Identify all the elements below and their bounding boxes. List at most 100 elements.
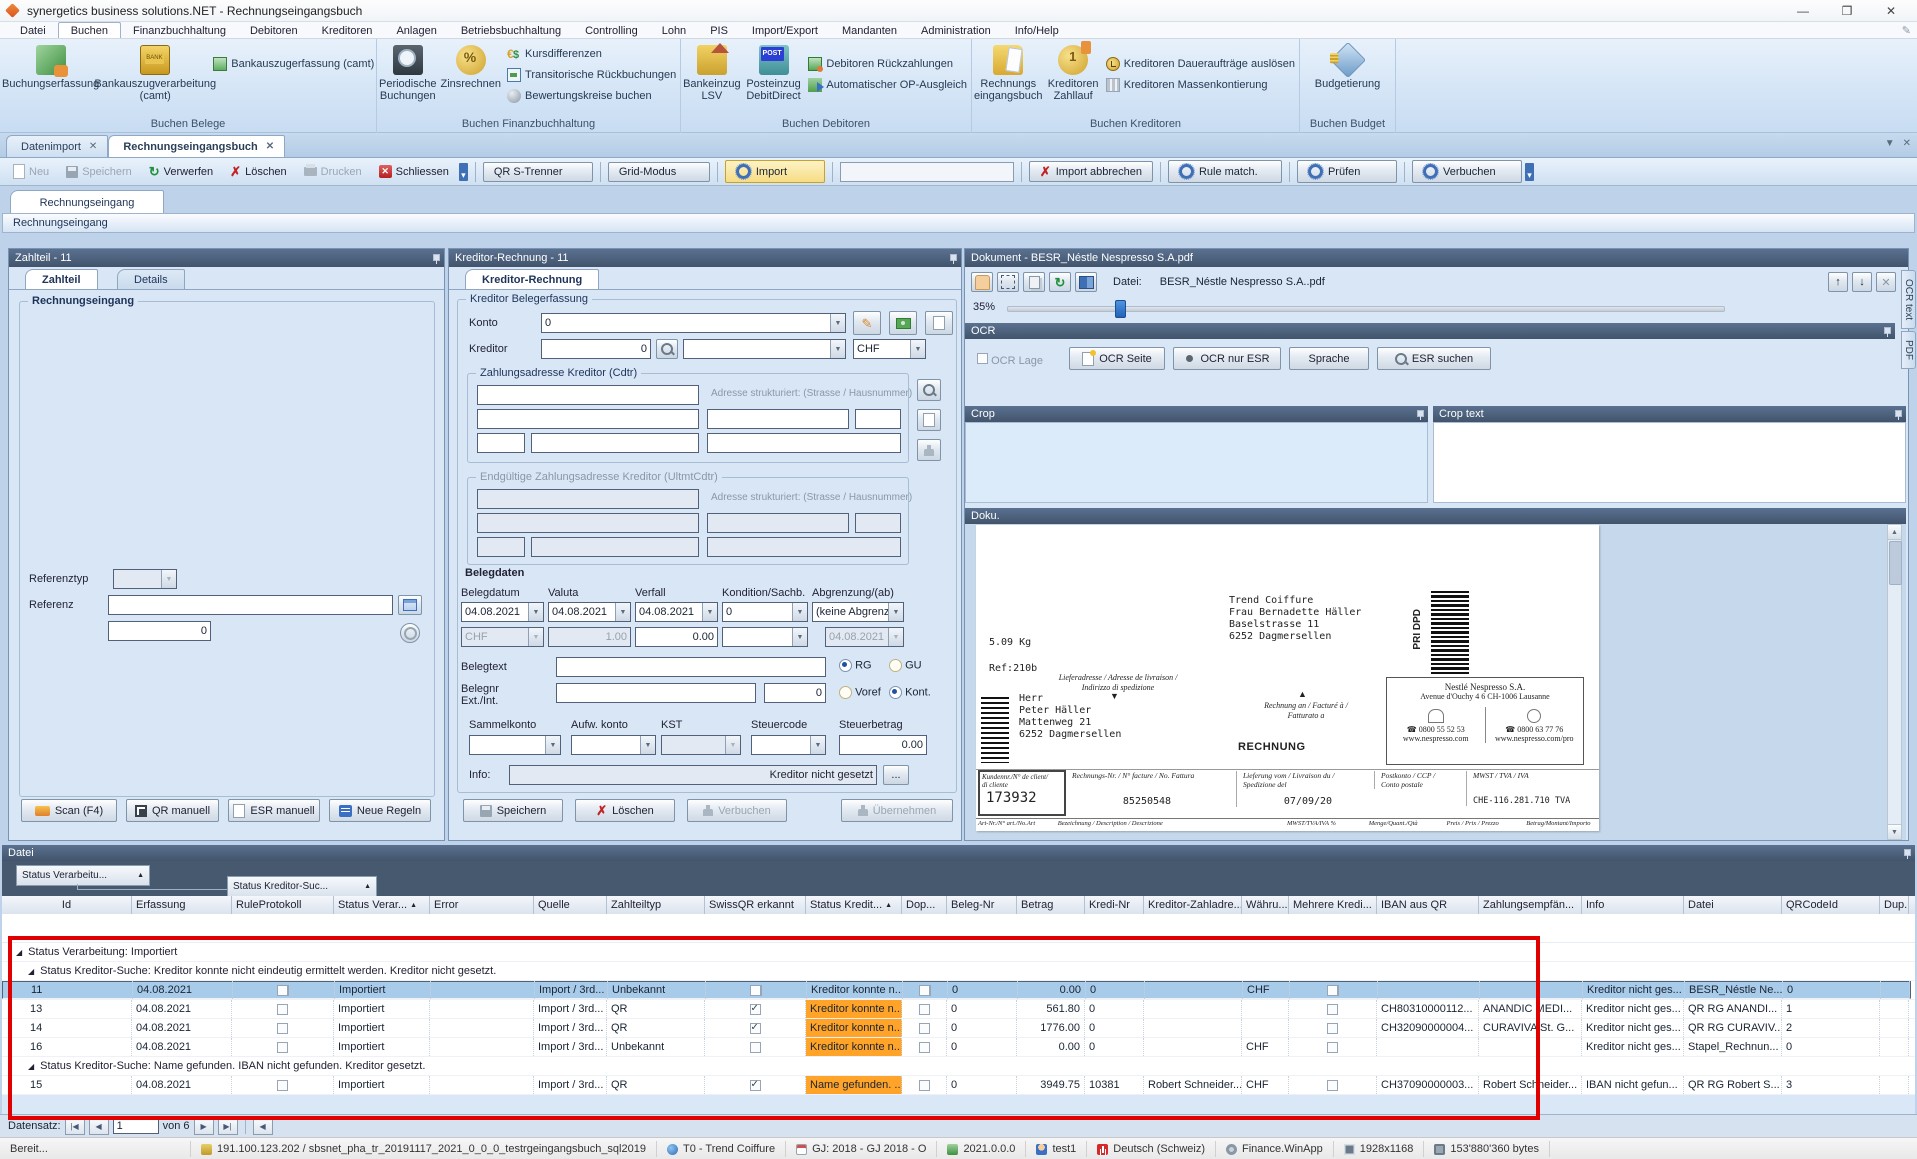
grid-cell-dup[interactable]: [1880, 1076, 1909, 1094]
pan-tool-button[interactable]: [971, 272, 993, 292]
column-header-mehrere[interactable]: Mehrere Kredi...: [1289, 896, 1377, 914]
tab-list-dropdown-icon[interactable]: ▼: [1885, 138, 1895, 149]
grid-cell-status_ver[interactable]: Importiert: [335, 981, 431, 999]
grid-cell-id[interactable]: 15: [2, 1076, 132, 1094]
import-abort-button[interactable]: ✗Import abbrechen: [1029, 161, 1153, 182]
menu-item-betriebsbuchhaltung[interactable]: Betriebsbuchhaltung: [449, 22, 573, 38]
grid-cell-swissqr[interactable]: [705, 1000, 806, 1018]
grid-cell-error[interactable]: [430, 1000, 534, 1018]
column-header-id[interactable]: Id: [2, 896, 132, 914]
rule-match-button[interactable]: Rule match.: [1168, 160, 1282, 183]
steuercode-select[interactable]: ▼: [751, 735, 826, 755]
doku-viewport[interactable]: 5.09 Kg Ref:210b Trend CoiffureFrau Bern…: [965, 524, 1906, 840]
tab-rechnungseingang-view[interactable]: Rechnungseingang: [10, 190, 164, 214]
grid-cell-datei[interactable]: Stapel_Rechnun...: [1684, 1038, 1782, 1056]
ribbon-button-zinsrechnen[interactable]: Zinsrechnen: [438, 43, 503, 92]
menu-item-mandanten[interactable]: Mandanten: [830, 22, 909, 38]
ribbon-button-rechnungs-eingangsbuch[interactable]: Rechnungs eingangsbuch: [972, 43, 1045, 104]
checkbox-icon[interactable]: [1327, 1080, 1338, 1091]
checkbox-icon[interactable]: [1327, 1023, 1338, 1034]
grid-cell-betrag[interactable]: 3949.75: [1017, 1076, 1085, 1094]
grid-cell-error[interactable]: [430, 1019, 534, 1037]
checkbox-icon[interactable]: [919, 1042, 930, 1053]
ocr-lage-checkbox[interactable]: OCR Lage: [977, 353, 1043, 367]
adresse-doc-button[interactable]: [917, 409, 941, 431]
menu-item-import-export[interactable]: Import/Export: [740, 22, 830, 38]
column-header-info[interactable]: Info: [1582, 896, 1684, 914]
grid-cell-swissqr[interactable]: [705, 1076, 806, 1094]
column-header-error[interactable]: Error: [430, 896, 534, 914]
tab-ocr-text[interactable]: OCR text: [1901, 270, 1916, 329]
tab-kreditor-rechnung[interactable]: Kreditor-Rechnung: [465, 269, 599, 290]
grid-cell-dop[interactable]: [902, 1019, 947, 1037]
grid-cell-mehrere[interactable]: [1289, 1000, 1377, 1018]
close-button[interactable]: ✕: [1869, 0, 1913, 22]
copy-button[interactable]: [1023, 272, 1045, 292]
ribbon-button-bankeinzug-lsv[interactable]: Bankeinzug LSV: [681, 43, 743, 104]
grid-cell-dup[interactable]: [1880, 1038, 1909, 1056]
kreditor-save-button[interactable]: Speichern: [463, 799, 563, 822]
grid-cell-datei[interactable]: BESR_Néstle Ne...: [1685, 981, 1783, 999]
grid-cell-datei[interactable]: QR RG Robert S...: [1684, 1076, 1782, 1094]
last-record-button[interactable]: ▶|: [218, 1117, 238, 1135]
grid-cell-iban[interactable]: [1378, 981, 1480, 999]
belegnr-ext-input[interactable]: [556, 683, 756, 703]
grid-cell-beleg[interactable]: 0: [947, 1000, 1017, 1018]
esr-suchen-button[interactable]: ESR suchen: [1377, 347, 1491, 370]
dokument-panel-header[interactable]: Dokument - BESR_Néstle Nespresso S.A.pdf: [965, 249, 1908, 267]
ribbon-button-kreditoren-zahllauf[interactable]: Kreditoren Zahllauf: [1045, 43, 1102, 104]
grid-cell-qrcode[interactable]: 0: [1782, 1038, 1880, 1056]
ribbon-button-bewertungskreise-buchen[interactable]: Bewertungskreise buchen: [507, 89, 676, 103]
menu-item-debitoren[interactable]: Debitoren: [238, 22, 310, 38]
grid-cell-id[interactable]: 13: [2, 1000, 132, 1018]
zoom-slider-thumb[interactable]: [1115, 300, 1126, 318]
column-header-status_ver[interactable]: Status Verar...▲: [334, 896, 430, 914]
menu-item-controlling[interactable]: Controlling: [573, 22, 650, 38]
group-row-kreditor-suche[interactable]: ◢Status Kreditor-Suche: Name gefunden. I…: [2, 1057, 1915, 1076]
gu-radio[interactable]: GU: [889, 659, 922, 672]
grid-cell-betrag[interactable]: 0.00: [1017, 1038, 1085, 1056]
toolbar-overflow-icon[interactable]: ▾: [459, 163, 468, 181]
grid-cell-info[interactable]: IBAN nicht gefun...: [1582, 1076, 1684, 1094]
collapse-pager-icon[interactable]: ◀: [253, 1117, 273, 1135]
group-expander-icon[interactable]: ◢: [28, 967, 34, 976]
grid-cell-mehrere[interactable]: [1289, 1076, 1377, 1094]
grid-cell-zahlteiltyp[interactable]: QR: [607, 1019, 705, 1037]
grid-cell-beleg[interactable]: 0: [947, 1076, 1017, 1094]
scroll-thumb[interactable]: [1889, 541, 1902, 585]
ribbon-button-automatischer-op-ausgleich[interactable]: Automatischer OP-Ausgleich: [808, 78, 967, 92]
verbuchen-button[interactable]: Verbuchen: [1412, 160, 1522, 183]
grid-cell-beleg[interactable]: 0: [947, 1038, 1017, 1056]
hausnummer-input[interactable]: [855, 409, 901, 429]
grid-cell-dup[interactable]: [1880, 1019, 1909, 1037]
grid-cell-error[interactable]: [430, 1038, 534, 1056]
close-tab-icon[interactable]: ✕: [266, 141, 274, 152]
pin-icon[interactable]: [1417, 410, 1422, 419]
voref-radio[interactable]: Voref: [839, 686, 881, 699]
grid-cell-swissqr[interactable]: [705, 1019, 806, 1037]
grid-cell-erfassung[interactable]: 04.08.2021: [133, 981, 233, 999]
group-row-verarbeitung[interactable]: ◢Status Verarbeitung: Importiert: [2, 943, 1915, 962]
grid-cell-rule[interactable]: [232, 1019, 334, 1037]
grid-cell-kredi[interactable]: 0: [1085, 1019, 1144, 1037]
grid-row-11[interactable]: 1104.08.2021ImportiertImport / 3rd...Unb…: [2, 981, 1911, 999]
grid-cell-iban[interactable]: CH37090000003...: [1377, 1076, 1479, 1094]
column-header-beleg[interactable]: Beleg-Nr: [947, 896, 1017, 914]
konto-select[interactable]: 0▼: [541, 313, 846, 333]
land-input[interactable]: [707, 433, 901, 453]
column-header-quelle[interactable]: Quelle: [534, 896, 607, 914]
kreditor-number-input[interactable]: 0: [541, 339, 651, 359]
grid-cell-info[interactable]: Kreditor nicht ges...: [1583, 981, 1685, 999]
scroll-up-icon[interactable]: ▲: [1888, 525, 1901, 540]
grid-cell-zahlteiltyp[interactable]: Unbekannt: [607, 1038, 705, 1056]
kreditor-verbuchen-button[interactable]: Verbuchen: [687, 799, 787, 822]
rg-radio[interactable]: RG: [839, 659, 872, 672]
menu-item-info-help[interactable]: Info/Help: [1003, 22, 1071, 38]
kreditor-panel-header[interactable]: Kreditor-Rechnung - 11: [449, 249, 961, 267]
pin-icon[interactable]: [950, 254, 955, 263]
grid-cell-rule[interactable]: [232, 1076, 334, 1094]
grid-cell-erfassung[interactable]: 04.08.2021: [132, 1000, 232, 1018]
group-row-kreditor-suche[interactable]: ◢Status Kreditor-Suche: Kreditor konnte …: [2, 962, 1915, 981]
prev-record-button[interactable]: ◀: [89, 1117, 109, 1135]
group-button-status-verarbeitung[interactable]: Status Verarbeitu...▲: [16, 865, 150, 886]
